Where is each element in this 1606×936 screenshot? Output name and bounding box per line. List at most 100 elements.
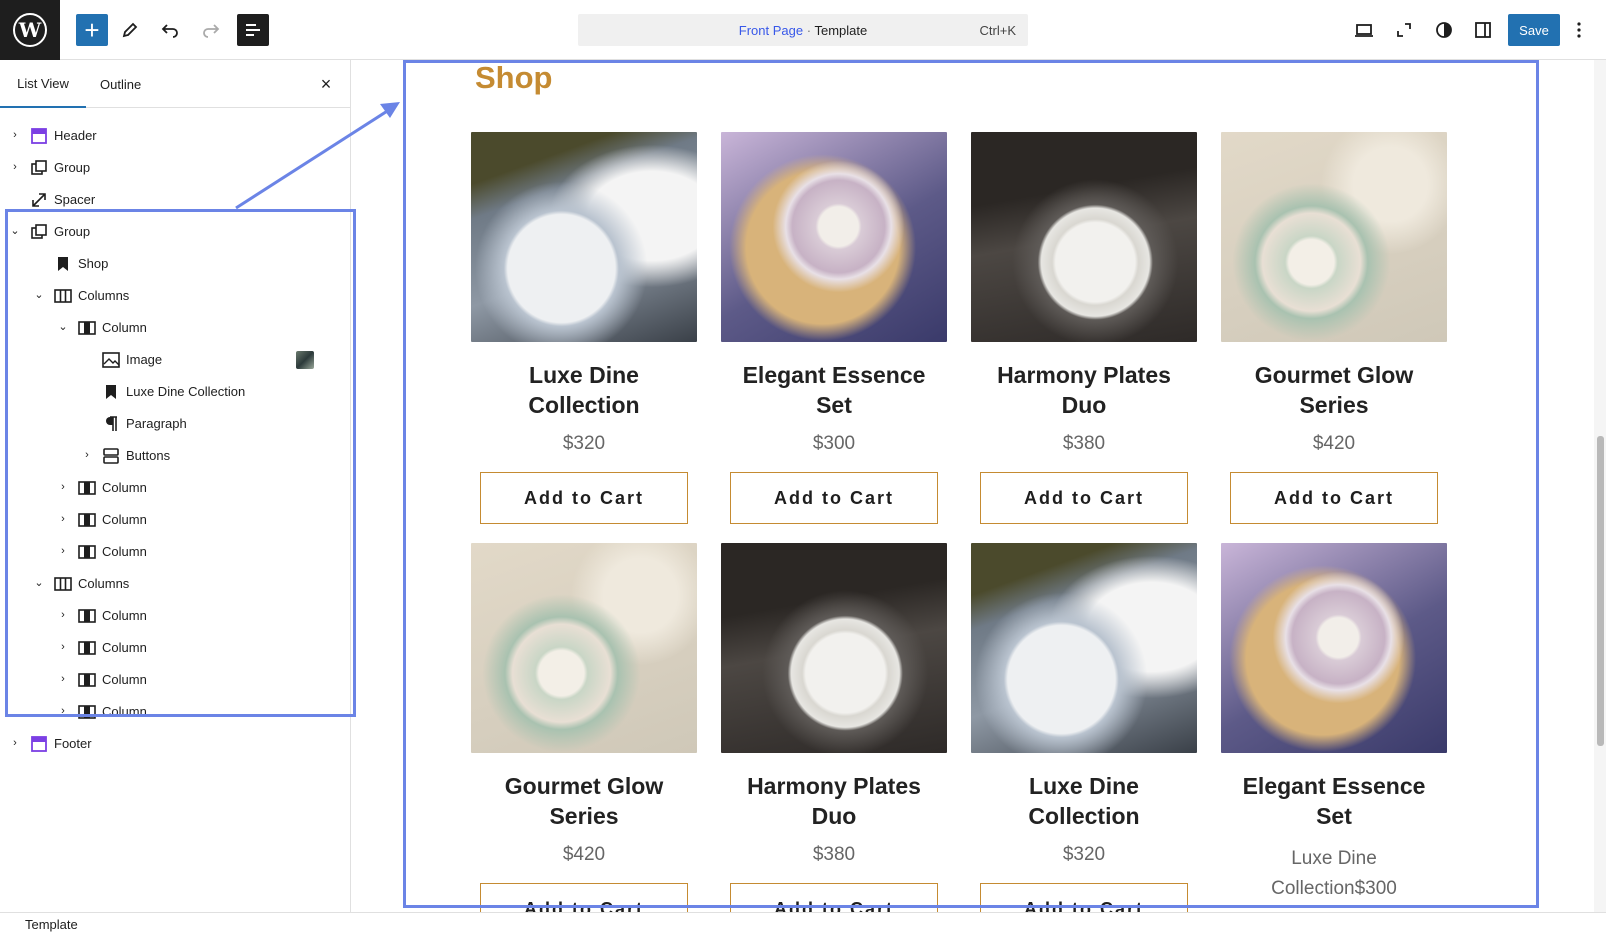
list-view-item-label: Spacer [54,192,96,207]
product-name[interactable]: Luxe Dine Collection [471,360,697,420]
list-view-item-label: Column [102,640,147,655]
product-image[interactable] [1221,132,1447,342]
product-name[interactable]: Harmony Plates Duo [971,360,1197,420]
list-view-item-shop[interactable]: Shop [0,250,350,278]
chevron-down-icon[interactable]: ⌄ [8,224,22,238]
product-name[interactable]: Elegant Essence Set [721,360,947,420]
product-image[interactable] [971,132,1197,342]
add-to-cart-button[interactable]: Add to Cart [1230,472,1438,524]
list-view-item-columns[interactable]: ⌄ Columns [0,570,350,598]
scrollbar-thumb[interactable] [1597,436,1604,746]
redo-button[interactable] [195,14,227,46]
product-price[interactable]: $320 [471,433,697,455]
product-image[interactable] [471,132,697,342]
list-view-item-column[interactable]: › Column [0,666,350,694]
product-image[interactable] [971,543,1197,753]
chevron-right-icon[interactable]: › [56,640,70,654]
list-view-item-column[interactable]: ⌄ Column [0,314,350,342]
product-image[interactable] [1221,543,1447,753]
add-to-cart-button[interactable]: Add to Cart [980,472,1188,524]
product-name[interactable]: Gourmet Glow Series [1221,360,1447,420]
chevron-right-icon[interactable]: › [56,512,70,526]
product-price[interactable]: Luxe Dine Collection$300 [1221,844,1447,904]
command-palette-bar[interactable]: Front Page · Template Ctrl+K [578,14,1028,46]
chevron-right-icon[interactable]: › [80,448,94,462]
chevron-down-icon[interactable]: ⌄ [32,576,46,590]
chevron-right-icon[interactable]: › [56,672,70,686]
image-icon [102,352,120,368]
product-name[interactable]: Harmony Plates Duo [721,771,947,831]
chevron-down-icon[interactable]: ⌄ [56,320,70,334]
product-card: Harmony Plates Duo $380 Add to Cart [721,543,947,912]
add-to-cart-button[interactable]: Add to Cart [730,472,938,524]
close-icon[interactable]: × [316,74,336,95]
list-view-item-footer[interactable]: › Footer [0,730,350,758]
column-icon [78,705,96,719]
list-view-item-column[interactable]: › Column [0,474,350,502]
canvas-scrollbar[interactable] [1594,60,1606,912]
list-view-item-paragraph[interactable]: Paragraph [0,410,350,438]
list-view-item-label: Footer [54,736,92,751]
breadcrumb-template[interactable]: Template [25,917,78,932]
zoom-out-button[interactable] [1388,14,1420,46]
list-view-item-label: Columns [78,288,130,303]
product-name[interactable]: Gourmet Glow Series [471,771,697,831]
tools-button[interactable] [114,14,146,46]
add-to-cart-button[interactable]: Add to Cart [980,883,1188,912]
shop-heading[interactable]: Shop [475,60,553,96]
template-title: Front Page [738,22,804,38]
add-to-cart-button[interactable]: Add to Cart [480,472,688,524]
chevron-right-icon[interactable]: › [8,128,22,142]
list-view-item-label: Buttons [126,448,171,463]
product-price[interactable]: $320 [971,844,1197,866]
product-price[interactable]: $300 [721,433,947,455]
list-view-item-column[interactable]: › Column [0,602,350,630]
list-view-item-column[interactable]: › Column [0,634,350,662]
list-view-item-column[interactable]: › Column [0,698,350,726]
expand-icon [1397,23,1411,37]
list-view-item-image[interactable]: Image [0,346,350,374]
template-part-icon [31,128,47,144]
product-price[interactable]: $420 [471,844,697,866]
chevron-right-icon[interactable]: › [56,544,70,558]
list-view-item-column[interactable]: › Column [0,506,350,534]
list-view-item-group[interactable]: ⌄ Group [0,218,350,246]
add-to-cart-button[interactable]: Add to Cart [480,883,688,912]
add-to-cart-button[interactable]: Add to Cart [730,883,938,912]
product-price[interactable]: $420 [1221,433,1447,455]
device-preview-button[interactable] [1348,14,1380,46]
settings-sidebar-button[interactable] [1467,14,1499,46]
chevron-right-icon[interactable]: › [56,480,70,494]
product-image[interactable] [471,543,697,753]
block-inserter-button[interactable]: + [76,14,108,46]
list-view-item-label: Group [54,224,91,239]
product-price[interactable]: $380 [971,433,1197,455]
chevron-right-icon[interactable]: › [56,704,70,718]
list-view-item-buttons[interactable]: › Buttons [0,442,350,470]
product-image[interactable] [721,543,947,753]
chevron-right-icon[interactable]: › [56,608,70,622]
list-view-item-spacer[interactable]: Spacer [0,186,350,214]
product-image[interactable] [721,132,947,342]
product-price[interactable]: $380 [721,844,947,866]
styles-button[interactable] [1428,14,1460,46]
list-view-item-columns[interactable]: ⌄ Columns [0,282,350,310]
undo-button[interactable] [154,14,186,46]
save-button[interactable]: Save [1508,14,1560,46]
chevron-down-icon[interactable]: ⌄ [32,288,46,302]
tab-outline[interactable]: Outline [100,60,141,108]
document-overview-button[interactable] [237,14,269,46]
chevron-right-icon[interactable]: › [8,736,22,750]
product-card: Gourmet Glow Series $420 Add to Cart [471,543,697,912]
list-view-item-group[interactable]: › Group [0,154,350,182]
wordpress-logo-button[interactable]: W [0,0,60,60]
tab-list-view[interactable]: List View [0,60,86,108]
list-view-item-header[interactable]: › Header [0,122,350,150]
chevron-right-icon[interactable]: › [8,160,22,174]
list-view-item-luxe-dine-collection[interactable]: Luxe Dine Collection [0,378,350,406]
product-name[interactable]: Luxe Dine Collection [971,771,1197,831]
options-menu-button[interactable] [1567,14,1591,46]
list-view-item-column[interactable]: › Column [0,538,350,566]
product-name[interactable]: Elegant Essence Set [1221,771,1447,831]
list-view-item-label: Group [54,160,91,175]
